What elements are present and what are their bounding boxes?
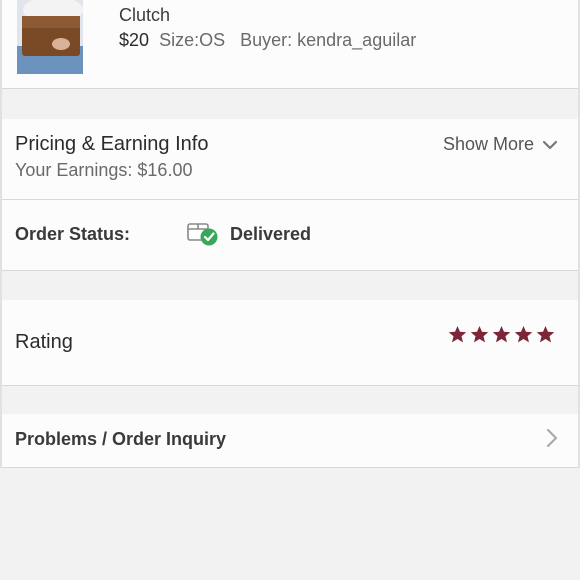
star-icon [448,325,467,343]
chevron-right-icon[interactable] [546,428,558,448]
star-icon [536,325,555,343]
product-card[interactable]: Clutch $20 Size:OS Buyer: kendra_aguilar [0,0,580,88]
product-price: $20 [119,30,150,50]
section-gap [0,271,580,300]
pricing-title: Pricing & Earning Info [15,133,209,155]
order-details-screen: Clutch $20 Size:OS Buyer: kendra_aguilar… [0,0,580,580]
rating-label: Rating [15,331,73,353]
show-more-label: Show More [442,134,534,154]
order-status-value: Delivered [230,224,312,244]
product-title: Clutch [119,5,171,25]
order-status-label: Order Status: [15,224,131,244]
section-gap [0,386,580,414]
package-delivered-icon [186,218,220,248]
problems-order-inquiry-label: Problems / Order Inquiry [15,429,227,449]
product-buyer: Buyer: kendra_aguilar [240,30,417,50]
show-more-button[interactable]: Show More [443,134,558,155]
product-size: Size:OS [159,30,226,50]
earnings-text: Your Earnings: $16.00 [15,160,193,180]
star-icon [470,325,489,343]
product-thumbnail[interactable] [17,0,83,74]
chevron-down-icon [542,140,558,149]
star-icon [514,325,533,343]
left-edge [0,0,2,468]
product-meta: $20 Size:OS Buyer: kendra_aguilar [119,30,416,51]
section-gap [0,89,580,119]
star-icon [492,325,511,343]
divider [0,467,580,468]
pricing-section [0,119,580,199]
rating-stars [448,325,555,344]
